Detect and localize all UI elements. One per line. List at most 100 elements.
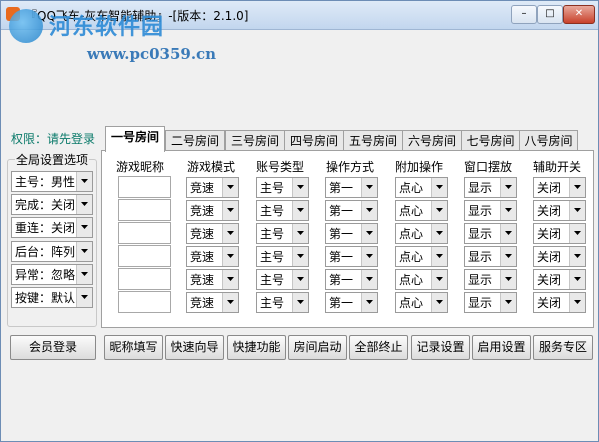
chevron-down-icon[interactable] xyxy=(500,224,516,243)
assist-switch-select[interactable]: 关闭 xyxy=(533,292,586,313)
extra-action-select[interactable]: 点心 xyxy=(395,292,448,313)
tab-room-6[interactable]: 六号房间 xyxy=(402,130,462,151)
chevron-down-icon[interactable] xyxy=(76,241,92,261)
chevron-down-icon[interactable] xyxy=(292,247,308,266)
operation-select[interactable]: 第一 xyxy=(325,269,378,290)
chevron-down-icon[interactable] xyxy=(431,201,447,220)
extra-action-select[interactable]: 点心 xyxy=(395,200,448,221)
tab-room-2[interactable]: 二号房间 xyxy=(165,130,225,151)
chevron-down-icon[interactable] xyxy=(76,218,92,238)
nickname-input[interactable] xyxy=(118,291,171,313)
chevron-down-icon[interactable] xyxy=(292,293,308,312)
chevron-down-icon[interactable] xyxy=(292,270,308,289)
assist-switch-select[interactable]: 关闭 xyxy=(533,177,586,198)
account-type-select[interactable]: 主号 xyxy=(256,269,309,290)
stop-all-button[interactable]: 全部终止 xyxy=(349,335,408,360)
chevron-down-icon[interactable] xyxy=(500,247,516,266)
extra-action-select[interactable]: 点心 xyxy=(395,223,448,244)
chevron-down-icon[interactable] xyxy=(292,224,308,243)
window-placement-select[interactable]: 显示 xyxy=(464,177,517,198)
window-placement-select[interactable]: 显示 xyxy=(464,223,517,244)
game-mode-select[interactable]: 竞速 xyxy=(186,177,239,198)
chevron-down-icon[interactable] xyxy=(361,224,377,243)
account-type-select[interactable]: 主号 xyxy=(256,200,309,221)
account-type-select[interactable]: 主号 xyxy=(256,292,309,313)
chevron-down-icon[interactable] xyxy=(431,293,447,312)
tab-room-3[interactable]: 三号房间 xyxy=(225,130,285,151)
chevron-down-icon[interactable] xyxy=(76,172,92,191)
chevron-down-icon[interactable] xyxy=(569,270,585,289)
maximize-button[interactable]: □ xyxy=(537,5,563,24)
chevron-down-icon[interactable] xyxy=(292,201,308,220)
operation-select[interactable]: 第一 xyxy=(325,223,378,244)
chevron-down-icon[interactable] xyxy=(361,178,377,197)
chevron-down-icon[interactable] xyxy=(431,178,447,197)
global-setting-1[interactable]: 主号：男性 xyxy=(11,171,93,192)
tab-room-1[interactable]: 一号房间 xyxy=(105,126,165,152)
chevron-down-icon[interactable] xyxy=(361,293,377,312)
assist-switch-select[interactable]: 关闭 xyxy=(533,223,586,244)
chevron-down-icon[interactable] xyxy=(431,224,447,243)
chevron-down-icon[interactable] xyxy=(222,270,238,289)
operation-select[interactable]: 第一 xyxy=(325,177,378,198)
chevron-down-icon[interactable] xyxy=(222,224,238,243)
window-placement-select[interactable]: 显示 xyxy=(464,200,517,221)
quick-guide-button[interactable]: 快速向导 xyxy=(165,335,224,360)
global-setting-4[interactable]: 后台：阵列 xyxy=(11,240,93,262)
chevron-down-icon[interactable] xyxy=(569,293,585,312)
nickname-fill-button[interactable]: 昵称填写 xyxy=(104,335,163,360)
nickname-input[interactable] xyxy=(118,268,171,290)
extra-action-select[interactable]: 点心 xyxy=(395,177,448,198)
chevron-down-icon[interactable] xyxy=(500,270,516,289)
member-login-button[interactable]: 会员登录 xyxy=(10,335,96,360)
chevron-down-icon[interactable] xyxy=(500,201,516,220)
chevron-down-icon[interactable] xyxy=(500,293,516,312)
enable-settings-button[interactable]: 启用设置 xyxy=(472,335,531,360)
tab-room-4[interactable]: 四号房间 xyxy=(284,130,344,151)
game-mode-select[interactable]: 竞速 xyxy=(186,269,239,290)
minimize-button[interactable]: – xyxy=(511,5,537,24)
tab-room-5[interactable]: 五号房间 xyxy=(343,130,403,151)
room-start-button[interactable]: 房间启动 xyxy=(288,335,347,360)
nickname-input[interactable] xyxy=(118,222,171,244)
chevron-down-icon[interactable] xyxy=(76,264,92,284)
assist-switch-select[interactable]: 关闭 xyxy=(533,269,586,290)
operation-select[interactable]: 第一 xyxy=(325,246,378,267)
log-settings-button[interactable]: 记录设置 xyxy=(411,335,470,360)
chevron-down-icon[interactable] xyxy=(361,270,377,289)
game-mode-select[interactable]: 竞速 xyxy=(186,292,239,313)
operation-select[interactable]: 第一 xyxy=(325,292,378,313)
chevron-down-icon[interactable] xyxy=(569,224,585,243)
account-type-select[interactable]: 主号 xyxy=(256,223,309,244)
chevron-down-icon[interactable] xyxy=(292,178,308,197)
global-setting-6[interactable]: 按键：默认 xyxy=(11,287,93,308)
chevron-down-icon[interactable] xyxy=(361,247,377,266)
operation-select[interactable]: 第一 xyxy=(325,200,378,221)
extra-action-select[interactable]: 点心 xyxy=(395,269,448,290)
chevron-down-icon[interactable] xyxy=(361,201,377,220)
chevron-down-icon[interactable] xyxy=(500,178,516,197)
chevron-down-icon[interactable] xyxy=(431,247,447,266)
close-button[interactable]: ✕ xyxy=(563,5,595,24)
chevron-down-icon[interactable] xyxy=(222,178,238,197)
nickname-input[interactable] xyxy=(118,199,171,221)
game-mode-select[interactable]: 竞速 xyxy=(186,246,239,267)
window-placement-select[interactable]: 显示 xyxy=(464,246,517,267)
window-placement-select[interactable]: 显示 xyxy=(464,269,517,290)
chevron-down-icon[interactable] xyxy=(569,178,585,197)
chevron-down-icon[interactable] xyxy=(222,293,238,312)
account-type-select[interactable]: 主号 xyxy=(256,177,309,198)
tab-room-8[interactable]: 八号房间 xyxy=(519,130,578,151)
chevron-down-icon[interactable] xyxy=(222,201,238,220)
chevron-down-icon[interactable] xyxy=(76,288,92,307)
game-mode-select[interactable]: 竞速 xyxy=(186,200,239,221)
nickname-input[interactable] xyxy=(118,245,171,267)
assist-switch-select[interactable]: 关闭 xyxy=(533,246,586,267)
service-area-button[interactable]: 服务专区 xyxy=(533,335,593,360)
global-setting-2[interactable]: 完成：关闭 xyxy=(11,194,93,216)
assist-switch-select[interactable]: 关闭 xyxy=(533,200,586,221)
nickname-input[interactable] xyxy=(118,176,171,198)
chevron-down-icon[interactable] xyxy=(569,201,585,220)
game-mode-select[interactable]: 竞速 xyxy=(186,223,239,244)
chevron-down-icon[interactable] xyxy=(569,247,585,266)
